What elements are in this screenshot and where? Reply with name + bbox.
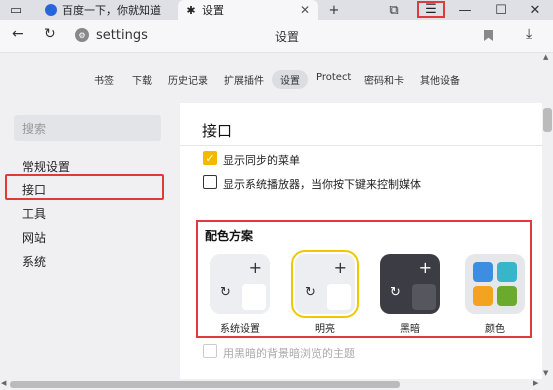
- theme-label: 系统设置: [220, 324, 260, 335]
- color-swatch-green: [497, 286, 517, 306]
- minimize-icon[interactable]: —: [455, 0, 475, 20]
- search-input[interactable]: 搜索: [14, 115, 161, 141]
- page-title-label: 设置: [275, 30, 300, 44]
- theme-pane: [242, 284, 266, 310]
- scroll-up-icon[interactable]: ▲: [543, 53, 548, 61]
- media-player-checkbox[interactable]: [203, 175, 217, 189]
- horizontal-scrollbar[interactable]: ◀ ▶: [0, 379, 553, 390]
- window-close-icon[interactable]: ✕: [525, 0, 545, 20]
- reload-icon[interactable]: ↻: [44, 26, 56, 42]
- download-icon[interactable]: ⤓: [526, 26, 532, 42]
- tab-settings[interactable]: ✱ 设置 ✕: [178, 0, 318, 20]
- theme-label: 颜色: [485, 324, 505, 335]
- theme-color[interactable]: [465, 254, 525, 314]
- url-field[interactable]: settings: [96, 28, 148, 43]
- settings-main: 接口 ✓ 显示同步的菜单 显示系统播放器，当你按下键来控制媒体 配色方案 + ↻…: [180, 103, 542, 379]
- nav-downloads[interactable]: 下载: [132, 72, 152, 87]
- nav-bookmarks[interactable]: 书签: [94, 72, 114, 87]
- media-player-label: 显示系统播放器，当你按下键来控制媒体: [223, 178, 421, 191]
- baidu-icon: 🐾: [45, 4, 57, 16]
- sync-menu-checkbox[interactable]: ✓: [203, 151, 217, 165]
- theme-system[interactable]: + ↻: [210, 254, 270, 314]
- tab-title: 设置: [202, 4, 224, 17]
- refresh-icon: ↻: [305, 285, 316, 300]
- nav-history[interactable]: 历史记录: [168, 72, 208, 87]
- divider: [180, 145, 542, 146]
- new-tab-icon[interactable]: +: [324, 0, 344, 20]
- scroll-down-icon[interactable]: ▼: [543, 369, 548, 377]
- bookmark-icon[interactable]: [484, 30, 493, 41]
- sidebar-item-interface[interactable]: 接口: [22, 181, 46, 198]
- hamburger-icon: ☰: [425, 2, 437, 17]
- color-swatch-teal: [497, 262, 517, 282]
- settings-nav: 书签 下载 历史记录 扩展插件 设置 Protect 密码和卡 其他设备: [0, 53, 553, 103]
- color-scheme-title: 配色方案: [205, 229, 254, 243]
- scroll-left-icon[interactable]: ◀: [1, 379, 6, 387]
- color-swatch-orange: [473, 286, 493, 306]
- tab-baidu[interactable]: 🐾 百度一下，你就知道: [38, 0, 178, 20]
- gear-icon: ✱: [186, 3, 196, 17]
- settings-sidebar: 搜索 常规设置 接口 工具 网站 系统: [0, 103, 170, 379]
- theme-light[interactable]: + ↻: [291, 250, 359, 318]
- refresh-icon: ↻: [390, 285, 401, 300]
- nav-passwords[interactable]: 密码和卡: [364, 72, 404, 87]
- theme-label: 黑暗: [400, 324, 420, 335]
- plus-icon: +: [418, 258, 432, 277]
- sidebar-toggle-icon[interactable]: ▭: [6, 0, 26, 20]
- color-scheme-section: 配色方案 + ↻ 系统设置 + ↻ 明亮 + ↻ 黑暗 颜色: [196, 220, 532, 338]
- sync-menu-label: 显示同步的菜单: [223, 154, 300, 167]
- scroll-right-icon[interactable]: ▶: [533, 379, 538, 387]
- maximize-icon[interactable]: ☐: [491, 0, 511, 20]
- dark-background-label: 用黑暗的背景暗浏览的主题: [223, 347, 355, 360]
- section-title: 接口: [202, 122, 233, 140]
- sidebar-item-general[interactable]: 常规设置: [22, 158, 70, 175]
- menu-button[interactable]: ☰: [417, 1, 445, 18]
- nav-protect[interactable]: Protect: [316, 72, 351, 83]
- plus-icon: +: [248, 258, 262, 277]
- dark-background-checkbox[interactable]: [203, 344, 217, 358]
- color-swatch-blue: [473, 262, 493, 282]
- close-icon[interactable]: ✕: [300, 3, 310, 17]
- theme-pane: [327, 284, 351, 310]
- back-icon[interactable]: ←: [12, 26, 24, 42]
- refresh-icon: ↻: [220, 285, 231, 300]
- scroll-thumb[interactable]: [543, 108, 552, 132]
- nav-extensions[interactable]: 扩展插件: [224, 72, 264, 87]
- theme-label: 明亮: [315, 324, 335, 335]
- site-icon: ⚙: [75, 28, 89, 42]
- sidebar-item-tools[interactable]: 工具: [22, 205, 46, 222]
- plus-icon: +: [333, 258, 347, 277]
- sidebar-item-system[interactable]: 系统: [22, 253, 46, 270]
- theme-dark[interactable]: + ↻: [380, 254, 440, 314]
- nav-settings[interactable]: 设置: [272, 70, 308, 89]
- nav-devices[interactable]: 其他设备: [420, 72, 460, 87]
- tab-title: 百度一下，你就知道: [62, 4, 161, 17]
- tab-bar: ▭ 🐾 百度一下，你就知道 ✱ 设置 ✕ + ⧉ ☰ — ☐ ✕: [0, 0, 553, 20]
- sidebar-item-websites[interactable]: 网站: [22, 229, 46, 246]
- scroll-thumb[interactable]: [10, 381, 400, 388]
- theme-pane: [412, 284, 436, 310]
- vertical-scrollbar[interactable]: ▲ ▼: [542, 53, 553, 379]
- tab-actions-icon[interactable]: ⧉: [383, 0, 405, 20]
